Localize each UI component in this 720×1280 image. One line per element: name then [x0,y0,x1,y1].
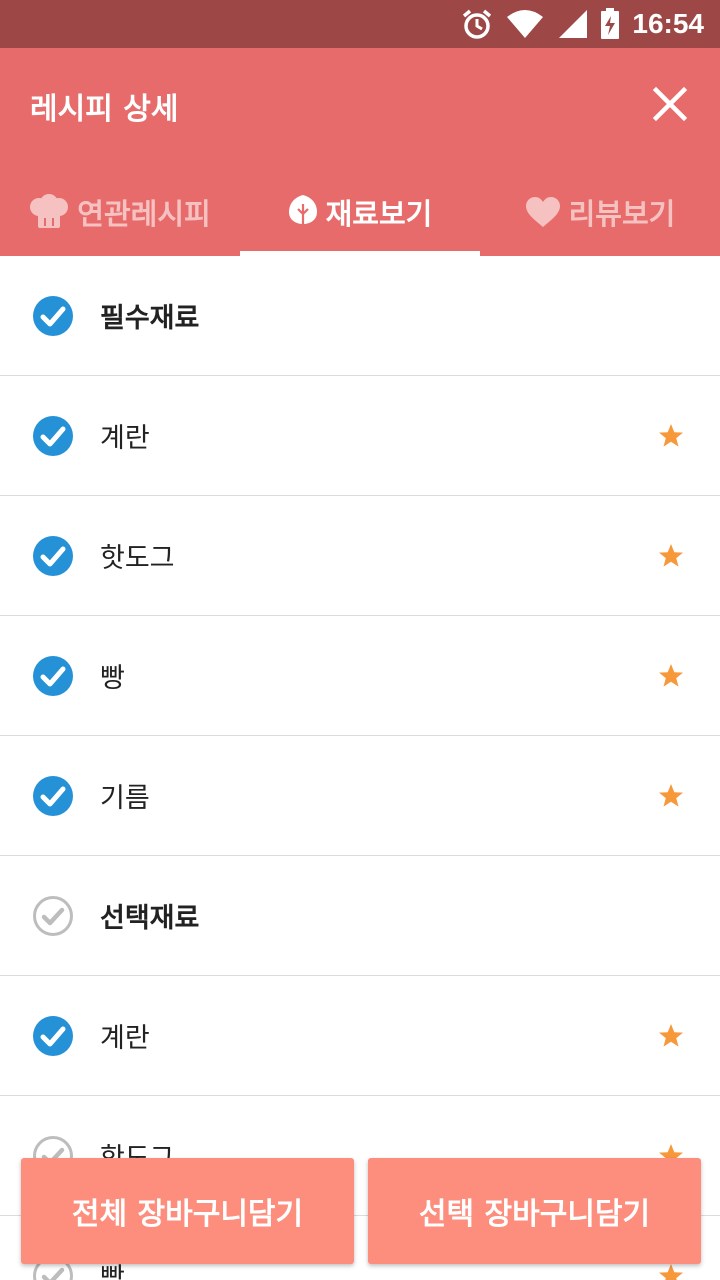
list-item-required-header[interactable]: 필수재료 [0,256,720,376]
signal-icon [559,10,588,38]
ingredient-label: 계란 [100,423,150,454]
star-icon[interactable] [658,1023,684,1049]
ingredient-label: 필수재료 [100,303,200,334]
page-title: 레시피 상세 [30,92,179,127]
leaf-icon [288,195,317,229]
ingredient-label: 계란 [100,1023,150,1054]
ingredient-label: 핫도그 [100,543,175,574]
add-selected-to-cart-button[interactable]: 선택 장바구니담기 [368,1158,701,1264]
bottom-action-bar: 전체 장바구니담기 선택 장바구니담기 [0,1156,720,1266]
star-icon[interactable] [658,783,684,809]
ingredient-list: 필수재료 계란 핫도그 빵 기름 선택재료 계란 핫도그 빵 [0,256,720,1280]
check-circle-outline-icon[interactable] [32,895,74,937]
add-all-to-cart-button[interactable]: 전체 장바구니담기 [21,1158,354,1264]
check-circle-icon[interactable] [32,1015,74,1057]
check-circle-icon[interactable] [32,655,74,697]
ingredient-label: 빵 [100,663,125,694]
tab-ingredients[interactable]: 재료보기 [240,168,480,256]
heart-icon [525,197,560,227]
ingredient-label: 선택재료 [100,903,200,934]
status-time: 16:54 [632,8,704,39]
tab-label: 연관레시피 [77,197,211,231]
battery-charging-icon [601,8,620,39]
wifi-icon [507,10,544,38]
tab-bar: 연관레시피 재료보기 리뷰보기 [0,168,720,256]
check-circle-icon[interactable] [32,295,74,337]
tab-reviews[interactable]: 리뷰보기 [480,168,720,256]
star-icon[interactable] [658,543,684,569]
ingredient-label: 기름 [100,783,150,814]
check-circle-icon[interactable] [32,415,74,457]
tab-label: 재료보기 [325,197,433,231]
status-icons: 16:54 [460,0,704,48]
list-item[interactable]: 계란 [0,976,720,1096]
check-circle-icon[interactable] [32,535,74,577]
alarm-icon [463,9,492,39]
tab-label: 리뷰보기 [568,197,676,231]
status-bar: 16:54 [0,0,720,48]
star-icon[interactable] [658,423,684,449]
close-icon [652,86,688,122]
app-bar: 레시피 상세 연관레시피 재료보기 리뷰보기 [0,48,720,256]
check-circle-icon[interactable] [32,775,74,817]
list-item[interactable]: 기름 [0,736,720,856]
list-item-optional-header[interactable]: 선택재료 [0,856,720,976]
list-item[interactable]: 계란 [0,376,720,496]
star-icon[interactable] [658,663,684,689]
chef-hat-icon [30,194,69,228]
close-button[interactable] [650,84,690,124]
list-item[interactable]: 빵 [0,616,720,736]
tab-related-recipes[interactable]: 연관레시피 [0,168,240,256]
list-item[interactable]: 핫도그 [0,496,720,616]
